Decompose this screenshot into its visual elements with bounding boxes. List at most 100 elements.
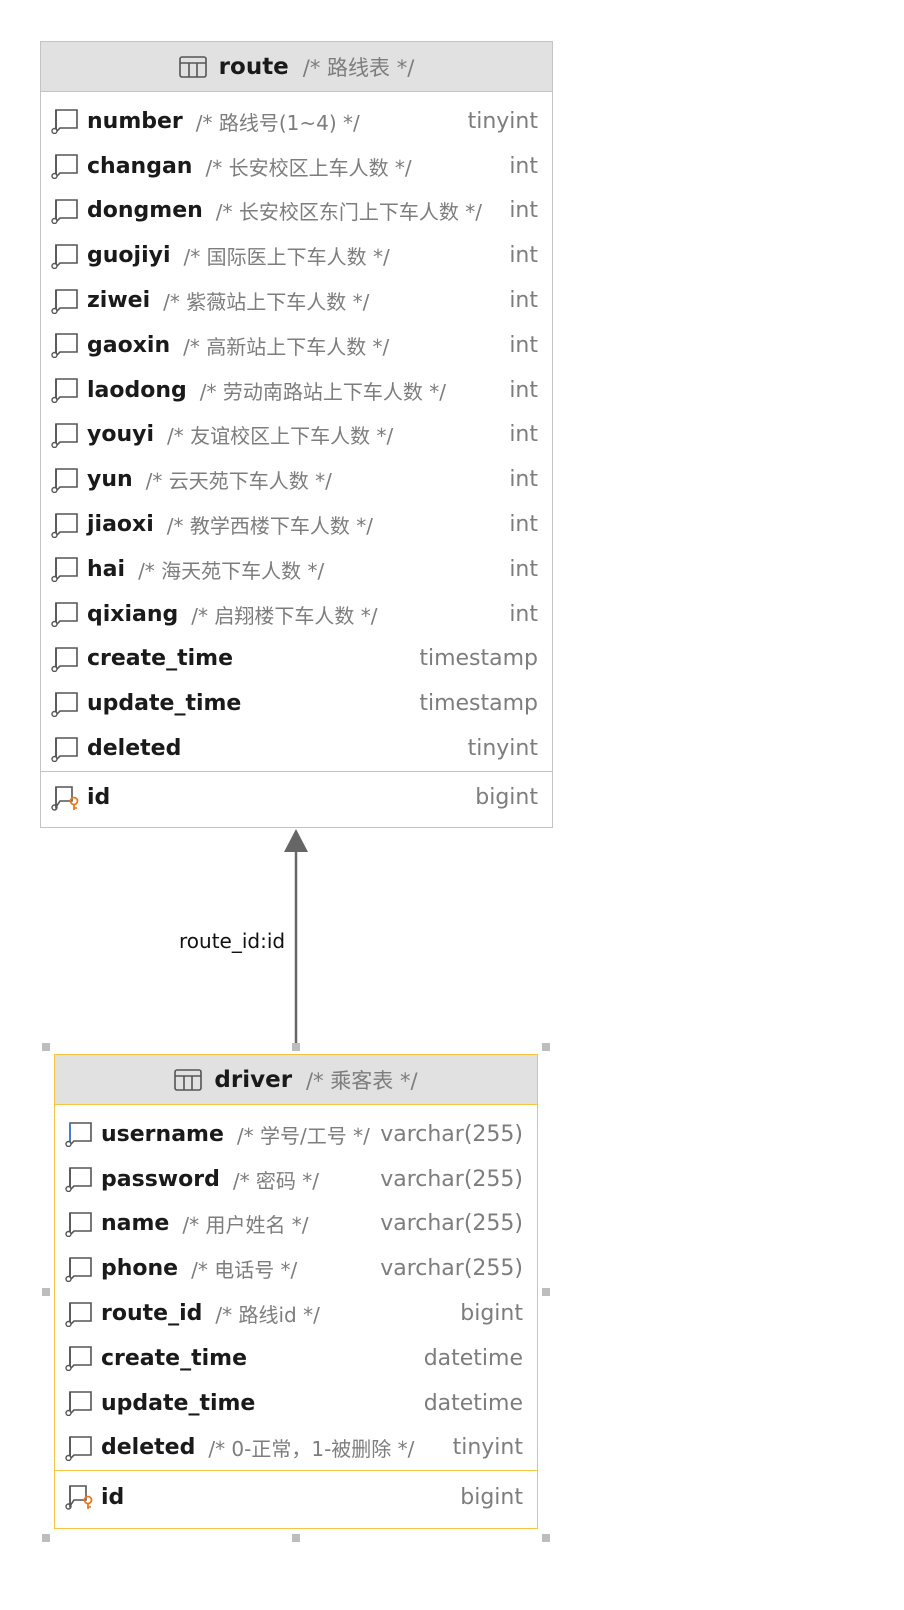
column-icon	[51, 199, 78, 224]
column-type: int	[509, 601, 538, 627]
driver-column-row[interactable]: create_time datetime	[55, 1336, 537, 1381]
route-column-row[interactable]: changan /* 长安校区上车人数 */ int	[41, 144, 552, 189]
column-comment: /* 启翔楼下车人数 */	[191, 603, 378, 628]
route-column-row[interactable]: create_time timestamp	[41, 637, 552, 682]
column-comment: /* 路线id */	[215, 1303, 320, 1328]
route-column-row[interactable]: laodong /* 劳动南路站上下车人数 */ int	[41, 368, 552, 413]
column-icon	[51, 109, 78, 135]
column-type: varchar(255)	[380, 1121, 523, 1147]
driver-column-row[interactable]: route_id /* 路线id */ bigint	[55, 1291, 537, 1336]
column-comment: /* 友谊校区上下车人数 */	[167, 424, 394, 449]
column-name: password	[101, 1166, 220, 1192]
column-icon	[51, 243, 78, 269]
route-table-name: route	[218, 53, 289, 80]
column-name: create_time	[87, 646, 233, 672]
column-icon	[51, 288, 78, 314]
column-comment: /* 紫薇站上下车人数 */	[163, 290, 370, 315]
route-column-row[interactable]: guojiyi /* 国际医上下车人数 */ int	[41, 233, 552, 278]
column-name: gaoxin	[87, 332, 171, 358]
route-column-row[interactable]: qixiang /* 启翔楼下车人数 */ int	[41, 592, 552, 637]
column-icon	[51, 736, 78, 762]
driver-column-row[interactable]: deleted /* 0-正常，1-被删除 */ tinyint	[55, 1426, 537, 1471]
route-pk-row[interactable]: id bigint	[41, 772, 552, 824]
column-name: name	[101, 1211, 170, 1237]
column-name: deleted	[101, 1435, 196, 1461]
column-comment: /* 长安校区东门上下车人数 */	[215, 200, 482, 225]
resize-handle-top-center[interactable]	[292, 1043, 300, 1051]
driver-pk-name: id	[101, 1484, 125, 1510]
resize-handle-bottom-left[interactable]	[42, 1534, 50, 1542]
column-name: route_id	[101, 1301, 203, 1327]
column-type: int	[509, 288, 538, 314]
column-name: yun	[87, 467, 133, 493]
driver-table-comment: /* 乘客表 */	[306, 1068, 418, 1093]
resize-handle-top-right[interactable]	[542, 1043, 550, 1051]
route-column-row[interactable]: update_time timestamp	[41, 681, 552, 726]
column-type: bigint	[460, 1301, 523, 1327]
column-type: int	[509, 153, 538, 179]
resize-handle-middle-right[interactable]	[542, 1288, 550, 1296]
resize-handle-middle-left[interactable]	[42, 1288, 50, 1296]
column-name: changan	[87, 153, 193, 179]
column-type: datetime	[423, 1390, 523, 1416]
column-name: update_time	[101, 1390, 256, 1416]
column-type: tinyint	[452, 1435, 523, 1461]
column-name: dongmen	[87, 198, 203, 224]
route-column-row[interactable]: youyi /* 友谊校区上下车人数 */ int	[41, 413, 552, 458]
column-name: hai	[87, 556, 126, 582]
driver-column-row[interactable]: update_time datetime	[55, 1381, 537, 1426]
driver-pk-row[interactable]: id bigint	[55, 1471, 537, 1523]
resize-handle-top-left[interactable]	[42, 1043, 50, 1051]
driver-column-row[interactable]: username /* 学号/工号 */ varchar(255)	[55, 1112, 537, 1157]
column-type: int	[509, 243, 538, 269]
column-icon	[51, 691, 78, 717]
route-pk-type: bigint	[475, 785, 538, 811]
column-comment: /* 国际医上下车人数 */	[183, 245, 390, 270]
column-type: tinyint	[467, 108, 538, 134]
column-icon	[65, 1301, 92, 1327]
column-name: guojiyi	[87, 243, 171, 269]
column-comment: /* 用户姓名 */	[182, 1213, 309, 1238]
route-column-row[interactable]: gaoxin /* 高新站上下车人数 */ int	[41, 323, 552, 368]
column-icon	[51, 378, 78, 404]
resize-handle-bottom-right[interactable]	[542, 1534, 550, 1542]
column-comment: /* 学号/工号 */	[236, 1123, 370, 1148]
column-comment: /* 高新站上下车人数 */	[183, 334, 390, 359]
route-column-row[interactable]: jiaoxi /* 教学西楼下车人数 */ int	[41, 502, 552, 547]
route-column-row[interactable]: hai /* 海天苑下车人数 */ int	[41, 547, 552, 592]
column-icon	[65, 1212, 92, 1237]
column-icon	[65, 1256, 92, 1282]
column-comment: /* 路线号(1~4) */	[195, 110, 360, 135]
route-table-header[interactable]: route /* 路线表 */	[41, 42, 552, 92]
driver-column-row[interactable]: phone /* 电话号 */ varchar(255)	[55, 1246, 537, 1291]
resize-handle-bottom-center[interactable]	[292, 1534, 300, 1542]
driver-column-row[interactable]: password /* 密码 */ varchar(255)	[55, 1157, 537, 1202]
column-type: int	[509, 556, 538, 582]
route-column-row[interactable]: ziwei /* 紫薇站上下车人数 */ int	[41, 278, 552, 323]
driver-columns: username /* 学号/工号 */ varchar(255) password /…	[55, 1105, 537, 1470]
route-column-row[interactable]: deleted tinyint	[41, 726, 552, 771]
column-type: tinyint	[467, 736, 538, 762]
unique-column-icon	[65, 1122, 92, 1148]
driver-table-header[interactable]: driver /* 乘客表 */	[55, 1055, 537, 1105]
route-column-row[interactable]: dongmen /* 长安校区东门上下车人数 */ int	[41, 189, 552, 234]
column-icon	[51, 602, 78, 628]
route-column-row[interactable]: yun /* 云天苑下车人数 */ int	[41, 457, 552, 502]
column-icon	[51, 557, 78, 583]
column-comment: /* 云天苑下车人数 */	[145, 469, 332, 494]
column-icon	[51, 333, 78, 359]
route-pk-name: id	[87, 785, 111, 811]
column-icon	[51, 512, 78, 538]
column-type: int	[509, 512, 538, 538]
driver-table[interactable]: driver /* 乘客表 */ username /* 学号/工号 */ varc…	[54, 1054, 538, 1529]
driver-table-name: driver	[214, 1066, 293, 1093]
primary-key-icon	[65, 1485, 93, 1511]
driver-column-row[interactable]: name /* 用户姓名 */ varchar(255)	[55, 1202, 537, 1247]
route-table[interactable]: route /* 路线表 */ number /* 路线号(1~4) */ tiny…	[40, 41, 553, 828]
column-name: youyi	[87, 422, 154, 448]
column-comment: /* 长安校区上车人数 */	[205, 155, 412, 180]
column-type: datetime	[423, 1345, 523, 1371]
column-type: timestamp	[419, 646, 538, 672]
route-column-row[interactable]: number /* 路线号(1~4) */ tinyint	[41, 99, 552, 144]
column-type: int	[509, 422, 538, 448]
